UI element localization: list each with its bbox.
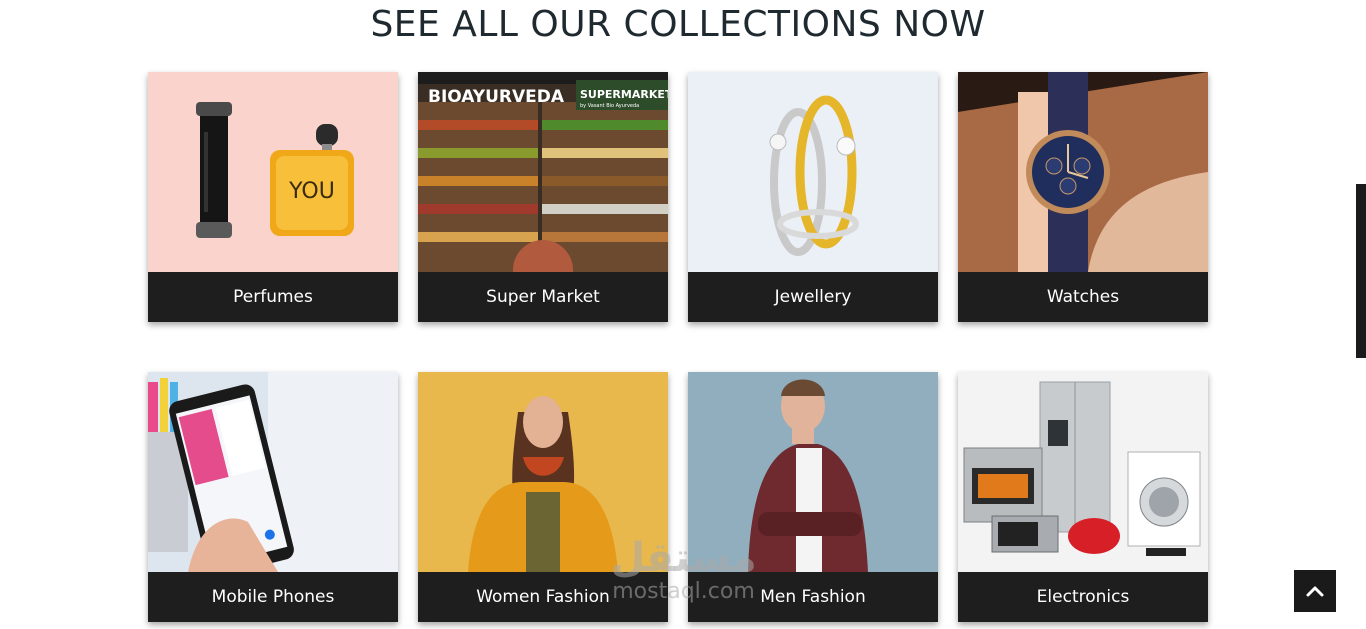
smartphone-in-hand-image <box>148 372 398 572</box>
collection-label: Super Market <box>418 272 668 322</box>
collection-card-jewellery[interactable]: Jewellery <box>688 72 938 322</box>
collection-card-super-market[interactable]: BIOAYURVEDA SUPERMARKET by Vasant Bio Ay… <box>418 72 668 322</box>
chevron-up-icon <box>1306 586 1324 597</box>
svg-text:YOU: YOU <box>288 179 335 204</box>
collection-label: Perfumes <box>148 272 398 322</box>
page-title: SEE ALL OUR COLLECTIONS NOW <box>370 4 986 45</box>
collection-card-men-fashion[interactable]: Men Fashion <box>688 372 938 622</box>
collection-card-women-fashion[interactable]: Women Fashion <box>418 372 668 622</box>
home-appliances-image <box>958 372 1208 572</box>
perfume-bottles-image: YOU <box>148 72 398 272</box>
supermarket-brand-text: BIOAYURVEDA <box>428 87 565 107</box>
supermarket-sign-text: SUPERMARKET <box>580 88 668 101</box>
supermarket-sign-subtext: by Vasant Bio Ayurveda <box>580 103 639 109</box>
supermarket-shelves-image: BIOAYURVEDA SUPERMARKET by Vasant Bio Ay… <box>418 72 668 272</box>
gold-rings-image <box>688 72 938 272</box>
collection-card-electronics[interactable]: Electronics <box>958 372 1208 622</box>
collection-label: Watches <box>958 272 1208 322</box>
collection-card-watches[interactable]: Watches <box>958 72 1208 322</box>
collection-label: Women Fashion <box>418 572 668 622</box>
collection-label: Electronics <box>958 572 1208 622</box>
collection-label: Jewellery <box>688 272 938 322</box>
side-panel-tab[interactable] <box>1356 184 1366 358</box>
back-to-top-button[interactable] <box>1294 570 1336 612</box>
man-maroon-jacket-image <box>688 372 938 572</box>
wrist-watch-image <box>958 72 1208 272</box>
woman-yellow-jacket-image <box>418 372 668 572</box>
collection-label: Mobile Phones <box>148 572 398 622</box>
collection-card-mobile-phones[interactable]: Mobile Phones <box>148 372 398 622</box>
collection-label: Men Fashion <box>688 572 938 622</box>
collection-card-perfumes[interactable]: YOU Perfumes <box>148 72 398 322</box>
